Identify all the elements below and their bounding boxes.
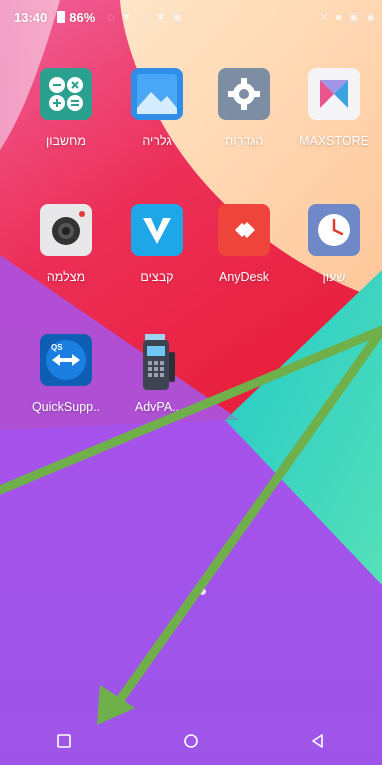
wifi-icon: ▼ <box>120 10 133 24</box>
anydesk-icon <box>218 204 270 256</box>
quicksupport-icon: QS <box>40 334 92 386</box>
app-label: שעון <box>322 270 346 284</box>
app-settings[interactable]: הגדרות <box>200 68 288 148</box>
files-icon <box>131 204 183 256</box>
camera-icon <box>40 204 92 256</box>
notification-icons: ◌ ▼ ◫ ✱ ▣ <box>107 10 183 24</box>
svg-text:QS: QS <box>51 343 63 352</box>
app-label: מצלמה <box>46 270 86 284</box>
app-label: QuickSupp.. <box>31 400 101 414</box>
app-clock[interactable]: שעון <box>290 204 378 284</box>
app-label: AdvPA.. <box>134 400 180 414</box>
mute-icon: ✕ <box>318 10 329 24</box>
settings-gear-icon <box>218 68 270 120</box>
app-calculator[interactable]: מחשבון <box>22 68 110 148</box>
app-gallery[interactable]: גלריה <box>113 68 201 148</box>
bluetooth-icon: ✱ <box>155 10 166 24</box>
triangle-back-icon <box>312 733 324 748</box>
status-bar: 13:40 86% ◌ ▼ ◫ ✱ ▣ ✕ ■ ▣ ◉ <box>0 0 382 34</box>
gallery-icon <box>131 68 183 120</box>
app-label: הגדרות <box>224 134 264 148</box>
clock-icon <box>308 204 360 256</box>
maxstore-icon <box>308 68 360 120</box>
app-label: AnyDesk <box>218 270 270 284</box>
eye-icon: ◉ <box>365 10 376 24</box>
system-icons: ✕ ■ ▣ ◉ <box>319 10 376 24</box>
app-label: קבצים <box>140 270 174 284</box>
status-time: 13:40 <box>14 9 48 25</box>
home-button[interactable] <box>161 721 221 761</box>
back-button[interactable] <box>288 721 348 761</box>
app-anydesk[interactable]: AnyDesk <box>200 204 288 284</box>
signal-icon: ◌ <box>107 10 115 24</box>
battery-level: 86% <box>69 9 96 25</box>
app-label: גלריה <box>142 134 172 148</box>
square-icon <box>56 733 71 748</box>
app-maxstore[interactable]: MAXSTORE <box>290 68 378 148</box>
navigation-bar <box>0 716 382 765</box>
app-label: מחשבון <box>46 134 86 148</box>
nfc-icon: ◫ <box>138 10 150 24</box>
app-files[interactable]: קבצים <box>113 204 201 284</box>
recent-apps-button[interactable] <box>34 721 94 761</box>
app-advpay[interactable]: AdvPA.. <box>113 334 201 414</box>
app-quicksupport[interactable]: QS QuickSupp.. <box>22 334 110 414</box>
app-label: MAXSTORE <box>299 134 369 148</box>
image-icon: ■ <box>334 10 343 24</box>
circle-icon <box>184 733 198 748</box>
app-camera[interactable]: מצלמה <box>22 204 110 284</box>
battery-icon <box>57 11 66 23</box>
status-left: 13:40 86% <box>14 10 95 25</box>
page-indicator <box>199 588 206 595</box>
cast-icon: ▣ <box>171 10 184 24</box>
calculator-icon <box>40 68 92 120</box>
app-icon: ▣ <box>348 10 360 24</box>
payment-terminal-icon <box>131 334 183 390</box>
